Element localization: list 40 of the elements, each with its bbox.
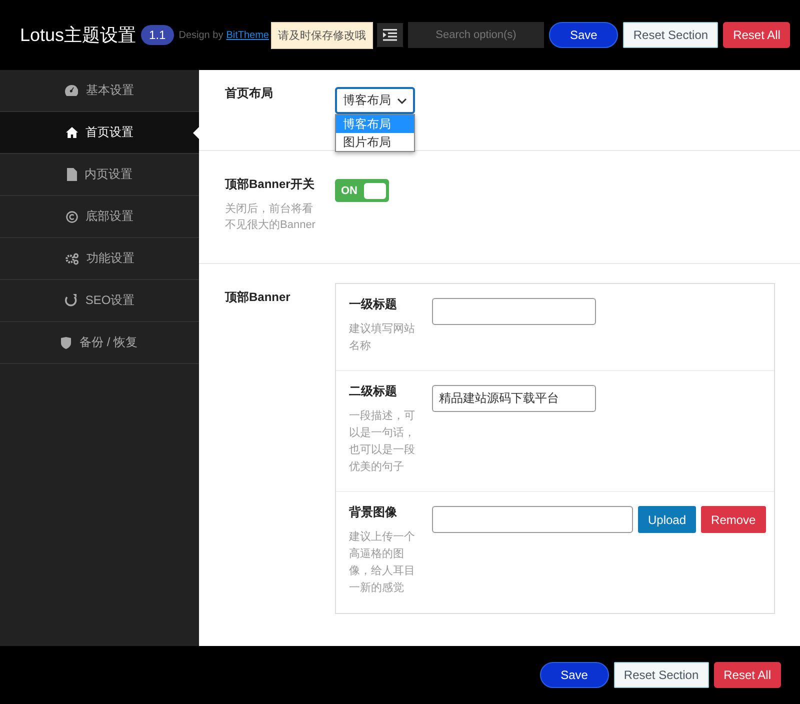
document-icon	[66, 168, 76, 181]
home-icon	[66, 127, 78, 138]
save-button[interactable]: Save	[549, 22, 618, 48]
field-description: 关闭后，前台将看不见很大的Banner	[225, 202, 316, 233]
image-url-field[interactable]	[432, 506, 633, 533]
version-badge: 1.1	[141, 25, 174, 45]
save-button[interactable]: Save	[540, 662, 609, 688]
chevron-down-icon	[397, 98, 407, 104]
field-label: 二级标题	[349, 383, 398, 400]
save-notice: 请及时保存修改哦	[271, 22, 373, 48]
gears-icon	[64, 252, 78, 264]
reset-section-button[interactable]: Reset Section	[614, 662, 709, 688]
reset-all-button[interactable]: Reset All	[723, 22, 790, 48]
reset-all-button[interactable]: Reset All	[714, 662, 781, 688]
field-label: 一级标题	[349, 296, 398, 313]
field-description: 建议上传一个高逼格的图像，给人耳目一新的感觉	[349, 530, 416, 596]
refresh-icon	[64, 294, 78, 307]
field-description: 建议填写网站名称	[349, 322, 416, 354]
menu-button[interactable]	[377, 23, 403, 47]
app-title: Lotus主题设置	[20, 24, 136, 47]
upload-button[interactable]: Upload	[638, 506, 696, 533]
field-label: 顶部Banner开关	[225, 176, 316, 193]
text-field[interactable]	[432, 298, 596, 325]
indent-icon	[383, 29, 397, 41]
remove-button[interactable]: Remove	[701, 506, 766, 533]
field-description: 一段描述，可以是一句话，也可以是一段优美的句子	[349, 409, 416, 475]
field-label: 首页布局	[225, 85, 274, 102]
dropdown-option[interactable]: 图片布局	[336, 133, 414, 151]
shield-icon	[61, 336, 72, 348]
sidebar-item[interactable]: 首页设置	[0, 112, 199, 154]
text-field[interactable]: 精品建站源码下载平台	[432, 385, 596, 412]
search-field[interactable]: Search option(s)	[408, 22, 544, 48]
reset-section-button[interactable]: Reset Section	[623, 22, 718, 48]
dashboard-icon	[65, 85, 78, 96]
layout-dropdown[interactable]: 博客布局	[335, 87, 415, 114]
copyright-icon	[66, 210, 78, 222]
author-link[interactable]: BitTheme	[226, 30, 269, 40]
field-label: 顶部Banner	[225, 289, 292, 306]
credit-text: Design by	[178, 30, 224, 40]
field-label: 背景图像	[349, 504, 398, 521]
